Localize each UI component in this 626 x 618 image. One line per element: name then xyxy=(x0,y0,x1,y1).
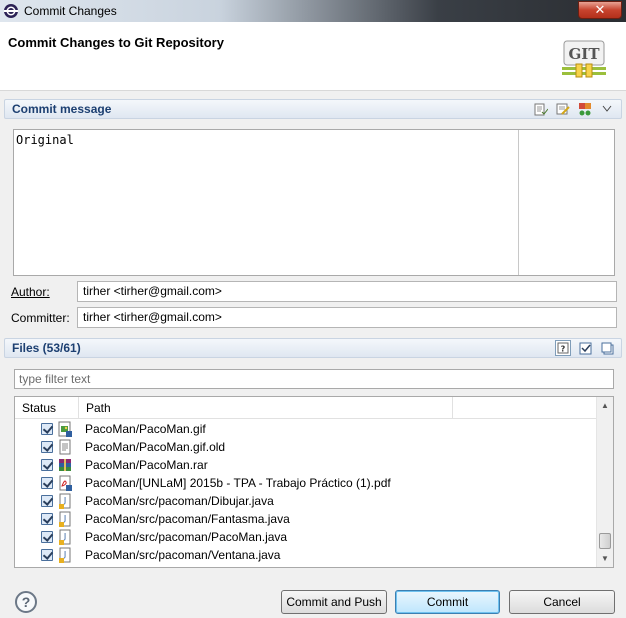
file-path: PacoMan/PacoMan.gif xyxy=(85,422,206,436)
files-filter-input[interactable]: type filter text xyxy=(14,369,614,389)
files-table: Status Path PacoMan/PacoMan.gif PacoMan/… xyxy=(14,396,614,568)
java-file-icon: J xyxy=(59,493,71,509)
commit-message-section-label: Commit message xyxy=(12,102,112,116)
eclipse-icon xyxy=(4,4,18,18)
file-checkbox[interactable] xyxy=(41,441,53,453)
select-all-icon[interactable] xyxy=(577,340,593,356)
dialog-header: Commit Changes to Git Repository GIT xyxy=(0,22,626,91)
table-row[interactable]: J PacoMan/src/pacoman/Fantasma.java xyxy=(15,510,597,528)
file-checkbox[interactable] xyxy=(41,495,53,507)
status-column-header[interactable]: Status xyxy=(15,397,79,419)
table-row[interactable]: J PacoMan/src/pacoman/Ventana.java xyxy=(15,546,597,564)
signed-off-icon[interactable] xyxy=(555,101,571,117)
chevron-down-icon[interactable] xyxy=(599,101,615,117)
file-path: PacoMan/src/pacoman/Dibujar.java xyxy=(85,494,274,508)
files-vertical-scrollbar[interactable]: ▲ ▼ xyxy=(596,397,613,567)
deselect-all-icon[interactable] xyxy=(599,340,615,356)
git-logo-icon: GIT xyxy=(562,40,606,78)
author-label-text: Author: xyxy=(11,285,50,299)
cancel-button[interactable]: Cancel xyxy=(509,590,615,614)
committer-label: Committer: xyxy=(11,311,70,325)
author-field[interactable]: tirher <tirher@gmail.com> xyxy=(77,281,617,302)
path-column-header[interactable]: Path xyxy=(79,397,453,419)
file-checkbox[interactable] xyxy=(41,459,53,471)
message-margin-line xyxy=(518,130,519,275)
table-row[interactable]: PacoMan/PacoMan.gif xyxy=(15,420,597,438)
file-checkbox[interactable] xyxy=(41,531,53,543)
author-label: Author: xyxy=(11,285,50,299)
file-path: PacoMan/src/pacoman/Fantasma.java xyxy=(85,512,290,526)
table-row[interactable]: PacoMan/[UNLaM] 2015b - TPA - Trabajo Pr… xyxy=(15,474,597,492)
java-file-icon: J xyxy=(59,529,71,545)
scroll-thumb[interactable] xyxy=(599,533,611,549)
table-row[interactable]: PacoMan/PacoMan.rar xyxy=(15,456,597,474)
scroll-down-arrow-icon[interactable]: ▼ xyxy=(597,550,613,567)
scroll-up-arrow-icon[interactable]: ▲ xyxy=(597,397,613,414)
svg-text:J: J xyxy=(63,532,66,541)
table-row[interactable]: J PacoMan/src/pacoman/Dibujar.java xyxy=(15,492,597,510)
commit-button[interactable]: Commit xyxy=(395,590,500,614)
text-file-icon xyxy=(59,439,71,455)
file-checkbox[interactable] xyxy=(41,423,53,435)
pdf-file-icon xyxy=(59,475,72,491)
commit-message-textarea[interactable]: Original xyxy=(13,129,615,276)
files-table-header: Status Path xyxy=(15,397,597,419)
svg-text:J: J xyxy=(63,514,66,523)
file-checkbox[interactable] xyxy=(41,549,53,561)
files-section-header: Files (53/61) ? xyxy=(4,338,622,358)
file-path: PacoMan/src/pacoman/Ventana.java xyxy=(85,548,281,562)
committer-field[interactable]: tirher <tirher@gmail.com> xyxy=(77,307,617,328)
file-path: PacoMan/PacoMan.gif.old xyxy=(85,440,226,454)
help-icon[interactable]: ? xyxy=(15,591,37,613)
files-section-label: Files (53/61) xyxy=(12,341,81,355)
file-path: PacoMan/PacoMan.rar xyxy=(85,458,208,472)
image-file-icon xyxy=(58,421,72,437)
commit-and-push-button[interactable]: Commit and Push xyxy=(281,590,387,614)
git-logo-text: GIT xyxy=(569,45,601,63)
window-title: Commit Changes xyxy=(24,4,117,18)
table-row[interactable]: PacoMan/PacoMan.gif.old xyxy=(15,438,597,456)
java-file-icon: J xyxy=(59,511,71,527)
commit-message-text[interactable]: Original xyxy=(16,133,74,147)
file-checkbox[interactable] xyxy=(41,513,53,525)
archive-file-icon xyxy=(59,459,71,471)
svg-text:?: ? xyxy=(561,345,566,354)
window-close-button[interactable]: ✕ xyxy=(578,1,622,19)
file-checkbox[interactable] xyxy=(41,477,53,489)
svg-text:J: J xyxy=(63,496,66,505)
table-row[interactable]: J PacoMan/src/pacoman/PacoMan.java xyxy=(15,528,597,546)
title-bar: Commit Changes ✕ xyxy=(0,0,626,22)
file-path: PacoMan/src/pacoman/PacoMan.java xyxy=(85,530,288,544)
dialog-heading: Commit Changes to Git Repository xyxy=(8,35,224,50)
svg-text:J: J xyxy=(63,550,66,559)
commit-message-section-header: Commit message xyxy=(4,99,622,119)
spell-check-icon[interactable] xyxy=(533,101,549,117)
file-path: PacoMan/[UNLaM] 2015b - TPA - Trabajo Pr… xyxy=(85,476,391,490)
change-id-icon[interactable] xyxy=(577,101,593,117)
java-file-icon: J xyxy=(59,547,71,563)
show-untracked-icon[interactable]: ? xyxy=(555,340,571,356)
committer-label-text: Committer: xyxy=(11,311,70,325)
